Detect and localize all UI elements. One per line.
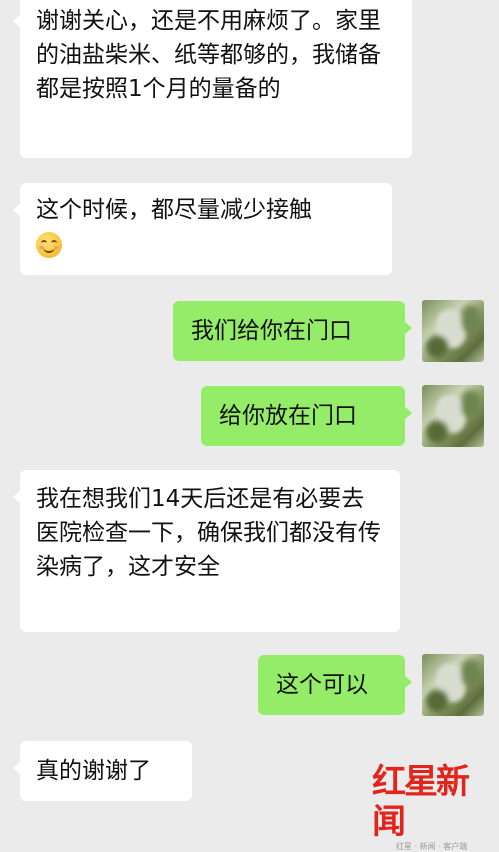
watermark-text: 红星新闻 [372,762,470,842]
message-text: 这个时候，都尽量减少接触 [36,197,312,223]
message-text: 我们给你在门口 [191,318,352,344]
message-text: 谢谢关心，还是不用麻烦了。家里的油盐柴米、纸等都够的，我储备都是按照1个月的量备… [36,8,381,102]
user-avatar[interactable] [422,385,484,447]
outgoing-message-bubble[interactable]: 这个可以 [258,655,412,715]
outgoing-message-bubble[interactable]: 我们给你在门口 [173,301,412,361]
news-watermark-logo: 红星新闻 红星 · 新闻 · 客户端 [372,762,492,851]
message-text: 给你放在门口 [219,403,357,429]
user-avatar[interactable] [422,300,484,362]
message-text: 真的谢谢了 [36,758,151,784]
message-text: 我在想我们14天后还是有必要去医院检查一下，确保我们都没有传染病了，这才安全 [36,486,381,580]
incoming-message-bubble[interactable]: 谢谢关心，还是不用麻烦了。家里的油盐柴米、纸等都够的，我储备都是按照1个月的量备… [13,0,412,158]
incoming-message-bubble[interactable]: 这个时候，都尽量减少接触 [13,183,392,275]
incoming-message-bubble[interactable]: 真的谢谢了 [13,741,192,801]
outgoing-message-bubble[interactable]: 给你放在门口 [201,386,412,446]
incoming-message-bubble[interactable]: 我在想我们14天后还是有必要去医院检查一下，确保我们都没有传染病了，这才安全 [13,470,400,632]
watermark-subtext: 红星 · 新闻 · 客户端 [396,842,468,851]
smile-emoji-icon [36,231,62,258]
user-avatar[interactable] [422,654,484,716]
message-text: 这个可以 [276,672,368,698]
